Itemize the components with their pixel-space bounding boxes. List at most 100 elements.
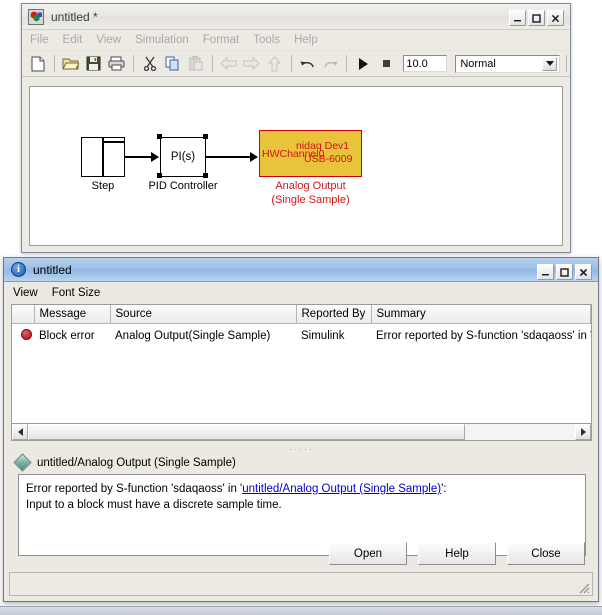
toolbar-separator [290,55,292,72]
pid-controller-block[interactable]: PI(s) [160,137,206,177]
table-header-row: Message Source Reported By Summary [12,305,591,324]
stop-simulation-icon [376,53,396,74]
menu-item-edit[interactable]: Edit [63,34,83,46]
splitter-grip-dots: ····· [289,444,314,454]
diagnostic-menu-item-font-size[interactable]: Font Size [52,287,101,299]
open-folder-icon[interactable] [61,53,81,74]
row-summary-cell: Error reported by S-function 'sdaqaoss' … [376,329,591,342]
simulink-icon [28,8,44,25]
row-error-icon-cell [12,324,34,348]
step-waveform-top [102,141,124,143]
diagnostic-close-button[interactable] [575,264,592,280]
column-header-message[interactable]: Message [34,305,111,324]
diagnostic-menu-item-view[interactable]: View [13,287,38,299]
diagnostic-message-table[interactable]: Message Source Reported By Summary Block… [11,304,592,424]
close-button[interactable]: Close [507,542,585,565]
up-arrow-icon [265,53,285,74]
signal-arrow-analog-output-input [250,152,258,162]
resize-grip-icon[interactable] [576,580,590,594]
toolbar-separator [53,55,55,72]
diagnostic-titlebar[interactable]: i untitled [4,258,598,282]
undo-icon[interactable] [298,53,318,74]
toolbar-separator [566,55,568,72]
analog-output-block[interactable]: HWChannel0 nidaq Dev1 USB-6009 [259,130,362,177]
scrollbar-track[interactable] [28,424,575,440]
column-header-summary[interactable]: Summary [371,305,591,324]
paste-icon [186,53,206,74]
simulink-close-button[interactable] [547,10,564,26]
menu-item-file[interactable]: File [30,34,49,46]
taskbar [0,606,602,615]
step-block[interactable] [81,137,125,177]
row-message-cell: Block error [39,329,95,342]
table-row[interactable]: Block error Analog Output(Single Sample)… [12,324,591,348]
back-arrow-icon [219,53,239,74]
analog-output-device-text: nidaq Dev1 [296,140,350,152]
dialog-button-row: Open Help Close [329,542,585,565]
simulation-mode-value: Normal [460,57,496,70]
simulink-model-window: untitled * File Edit View Simulation For… [21,3,571,253]
table-horizontal-scrollbar[interactable] [11,424,592,441]
chevron-down-icon[interactable] [542,56,558,71]
menu-item-simulation[interactable]: Simulation [135,34,189,46]
scroll-right-arrow-icon[interactable] [575,424,591,440]
menu-item-format[interactable]: Format [203,34,239,46]
simulink-toolbar: 10.0 Normal [22,50,570,77]
copy-icon[interactable] [163,53,183,74]
toolbar-separator [132,55,134,72]
analog-output-model-text: USB-6009 [304,153,353,165]
column-header-icon[interactable] [12,305,35,324]
step-waveform-riser [102,138,104,176]
menu-item-tools[interactable]: Tools [253,34,280,46]
diagnostic-minimize-button[interactable] [537,264,554,280]
step-block-label: Step [91,180,115,192]
menu-item-help[interactable]: Help [294,34,318,46]
signal-line-step-to-pid [125,156,152,158]
selection-handle[interactable] [203,173,208,178]
simulink-window-controls [509,10,564,26]
open-button[interactable]: Open [329,542,407,565]
cut-icon[interactable] [140,53,160,74]
column-header-source[interactable]: Source [110,305,297,324]
simulink-window-title: untitled * [51,9,98,24]
diagnostic-viewer-window: i untitled View Font Size Message Source [3,257,599,602]
help-button[interactable]: Help [418,542,496,565]
signal-line-pid-to-analog-output [206,156,251,158]
signal-arrow-pid-input [151,152,159,162]
detail-pane-header: untitled/Analog Output (Single Sample) [13,453,236,472]
simulink-titlebar[interactable]: untitled * [22,4,570,30]
diagnostic-window-controls [537,264,592,280]
diamond-icon [13,453,32,472]
detail-block-link[interactable]: untitled/Analog Output (Single Sample) [242,483,441,495]
error-dot-icon [21,328,32,340]
pid-controller-block-label: PID Controller [148,180,218,192]
new-file-icon[interactable] [28,53,48,74]
selection-handle[interactable] [157,134,162,139]
scrollbar-thumb[interactable] [28,424,465,440]
save-icon[interactable] [84,53,104,74]
row-reported-by-cell: Simulink [301,329,345,342]
selection-handle[interactable] [157,173,162,178]
redo-icon [320,53,340,74]
model-canvas[interactable]: Step PI(s) PID Controller HWChannel0 nid… [29,86,563,246]
simulink-minimize-button[interactable] [509,10,526,26]
simulation-stop-time-input[interactable]: 10.0 [403,55,448,72]
diagnostic-window-title: untitled [33,262,72,277]
diagnostic-statusbar [9,572,593,596]
diagnostic-maximize-button[interactable] [556,264,573,280]
start-simulation-icon[interactable] [353,53,373,74]
info-icon: i [11,262,26,277]
simulink-maximize-button[interactable] [528,10,545,26]
selection-handle[interactable] [203,134,208,139]
menu-item-view[interactable]: View [96,34,121,46]
scroll-left-arrow-icon[interactable] [12,424,28,440]
detail-text-before-link: Error reported by S-function 'sdaqaoss' … [26,483,243,495]
simulation-mode-select[interactable]: Normal [455,54,561,73]
print-icon[interactable] [107,53,127,74]
detail-text-line2: Input to a block must have a discrete sa… [26,499,282,511]
pid-block-text: PI(s) [170,151,196,163]
simulink-menubar: File Edit View Simulation Format Tools H… [22,30,570,50]
pane-splitter-handle[interactable]: ····· [11,443,592,455]
column-header-reported-by[interactable]: Reported By [296,305,372,324]
analog-output-block-label-line1: Analog Output [275,180,346,192]
